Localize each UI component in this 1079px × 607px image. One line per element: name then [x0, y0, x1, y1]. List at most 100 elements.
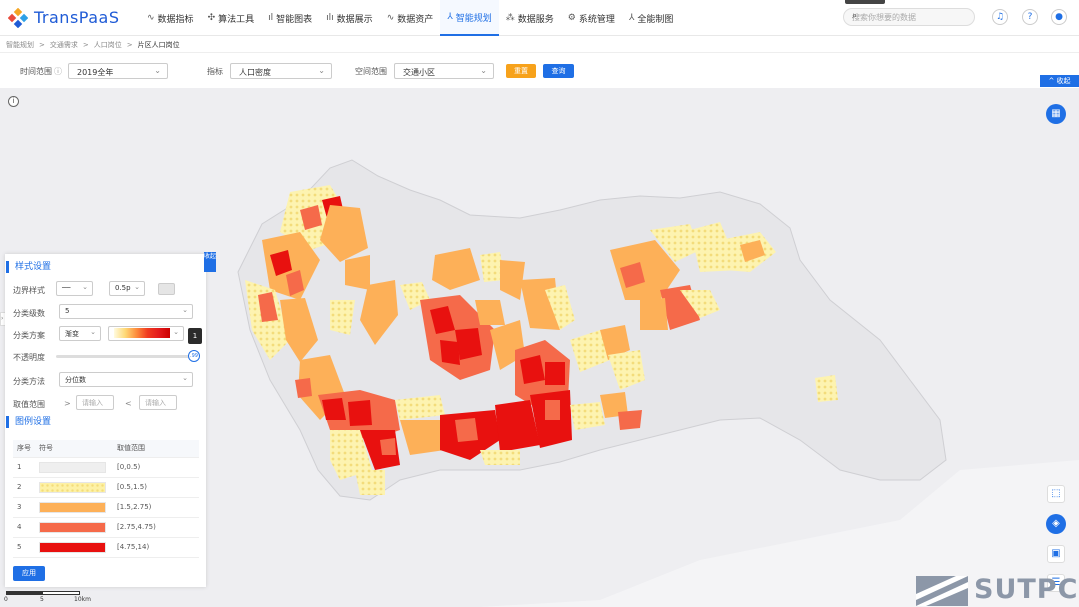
legend-range: [0,0.5): [113, 457, 199, 478]
legend-settings-title: 图例设置: [6, 416, 51, 428]
border-width-select[interactable]: 0.5p ⌄: [109, 281, 145, 296]
legend-swatch[interactable]: [39, 481, 106, 493]
chart-line-icon: ∿: [147, 13, 155, 23]
panel-collapse-button[interactable]: 收起: [204, 252, 216, 272]
legend-row[interactable]: 3 [1.5,2.75): [13, 497, 199, 518]
indicator-value: 人口密度: [239, 68, 271, 77]
nav-item-label: 数据指标: [157, 14, 194, 25]
time-range-label: 时间范围: [20, 67, 52, 76]
border-style-label: 边界样式: [13, 286, 45, 295]
nav-item[interactable]: ∿ 数据指标: [140, 0, 201, 36]
legend-index: 2: [13, 477, 35, 498]
reset-button[interactable]: 重置: [506, 64, 536, 78]
scale-label: 5: [40, 596, 44, 603]
opacity-slider[interactable]: [56, 355, 192, 358]
chevron-down-icon: ⌄: [480, 66, 487, 75]
nav-item[interactable]: ıl 智能图表: [261, 0, 319, 36]
border-color-swatch[interactable]: [158, 283, 175, 295]
legend-swatch[interactable]: [39, 501, 106, 513]
range-max-input[interactable]: 请输入: [139, 395, 177, 410]
breadcrumb-item[interactable]: 人口岗位: [94, 40, 122, 50]
bar-chart-icon: ılı: [326, 13, 334, 23]
legend-row[interactable]: 1 [0,0.5): [13, 457, 199, 478]
nav-item[interactable]: ✣ 算法工具: [201, 0, 262, 36]
nav-item-label: 数据展示: [336, 14, 373, 25]
range-min-input[interactable]: 请输入: [76, 395, 114, 410]
help-icon[interactable]: ?: [1022, 9, 1038, 25]
save-icon[interactable]: ▣: [1047, 545, 1065, 563]
calculator-icon[interactable]: ▦: [1046, 104, 1066, 124]
legend-table: 序号 符号 取值范围 1 [0,0.5) 2 [0.5,1.5) 3 [1.5,2.7…: [13, 440, 199, 558]
planning-icon: ⅄: [447, 12, 453, 22]
scale-label: 0: [4, 596, 8, 603]
legend-swatch[interactable]: [39, 541, 106, 553]
collapse-filter-button[interactable]: ^ 收起: [1040, 75, 1079, 87]
legend-index: 5: [13, 537, 35, 558]
drawing-icon: ⅄: [628, 13, 635, 23]
space-range-value: 交通小区: [403, 68, 435, 77]
indicator-select[interactable]: 人口密度 ⌄: [230, 63, 332, 79]
legend-header-symbol: 符号: [35, 440, 113, 458]
apply-button[interactable]: 应用: [13, 566, 45, 581]
select-tool-icon[interactable]: ⬚: [1047, 485, 1065, 503]
method-select[interactable]: 分位数 ⌄: [59, 372, 193, 387]
bell-icon[interactable]: ♫: [992, 9, 1008, 25]
scheme-type-select[interactable]: 渐变 ⌄: [59, 326, 101, 341]
app-logo[interactable]: TransPaaS: [8, 6, 119, 30]
logo-mark-icon: [8, 8, 28, 28]
breadcrumb-item[interactable]: 智能规划: [6, 40, 34, 50]
nav-item-label: 算法工具: [218, 14, 255, 25]
tooltip-fragment: [845, 0, 885, 4]
opacity-slider-handle[interactable]: .99: [188, 350, 200, 362]
bar-chart-icon: ıl: [268, 13, 274, 23]
layers-icon[interactable]: ◈: [1046, 514, 1066, 534]
collapse-filter-label: 收起: [1056, 77, 1071, 85]
nav-item-label: 全能制图: [637, 14, 674, 25]
border-line-select[interactable]: ── ⌄: [56, 281, 93, 296]
range-gt-symbol: >: [64, 399, 71, 408]
nav-item-label: 智能规划: [455, 13, 492, 24]
legend-row[interactable]: 4 [2.75,4.75): [13, 517, 199, 538]
space-range-select[interactable]: 交通小区 ⌄: [394, 63, 494, 79]
legend-row[interactable]: 5 [4.75,14): [13, 537, 199, 558]
sutpc-logo-icon: [916, 576, 968, 606]
nav-item[interactable]: ∿ 数据资产: [380, 0, 441, 36]
method-value: 分位数: [65, 376, 86, 384]
legend-range: [1.5,2.75): [113, 497, 199, 518]
chevron-down-icon: ⌄: [154, 66, 161, 75]
chevron-down-icon: ⌄: [134, 283, 140, 291]
breadcrumb-item[interactable]: 交通需求: [50, 40, 78, 50]
nav-item[interactable]: ılı 数据展示: [319, 0, 380, 36]
style-settings-title: 样式设置: [6, 261, 51, 273]
nav-item-label: 智能图表: [276, 14, 313, 25]
info-icon: ⓘ: [54, 67, 62, 76]
chevron-down-icon: ⌄: [90, 328, 96, 336]
class-count-select[interactable]: 5 ⌄: [59, 304, 193, 319]
range-label: 取值范围: [13, 400, 45, 409]
search-icon[interactable]: ⌕: [852, 11, 968, 21]
search-input[interactable]: 搜索你想要的数据 ⌕: [843, 8, 975, 26]
chevron-down-icon: ⌄: [82, 283, 88, 291]
nav-item[interactable]: ⅄ 智能规划: [440, 0, 499, 36]
scale-label: 10km: [74, 596, 91, 603]
legend-swatch[interactable]: [39, 461, 106, 473]
legend-swatch[interactable]: [39, 521, 106, 533]
time-range-select[interactable]: 2019全年 ⌄: [68, 63, 168, 79]
class-count-label: 分类级数: [13, 309, 45, 318]
legend-header-index: 序号: [13, 440, 35, 458]
user-icon[interactable]: ●: [1051, 9, 1067, 25]
nav-item-label: 数据资产: [397, 14, 434, 25]
nav-item[interactable]: ⚙ 系统管理: [561, 0, 622, 36]
legend-range: [4.75,14): [113, 537, 199, 558]
nav-item[interactable]: ⅄ 全能制图: [622, 0, 681, 36]
nav-item-label: 系统管理: [578, 14, 615, 25]
query-button[interactable]: 查询: [543, 64, 574, 78]
sutpc-watermark: SUTPC: [916, 574, 1079, 607]
legend-header-range: 取值范围: [113, 440, 199, 458]
nav-item[interactable]: ⁂ 数据服务: [499, 0, 561, 36]
legend-row[interactable]: 2 [0.5,1.5): [13, 477, 199, 498]
chevron-down-icon: ⌄: [318, 66, 325, 75]
info-icon[interactable]: i: [8, 96, 19, 107]
chevron-down-icon: ⌄: [182, 374, 188, 382]
asset-icon: ∿: [386, 13, 395, 23]
